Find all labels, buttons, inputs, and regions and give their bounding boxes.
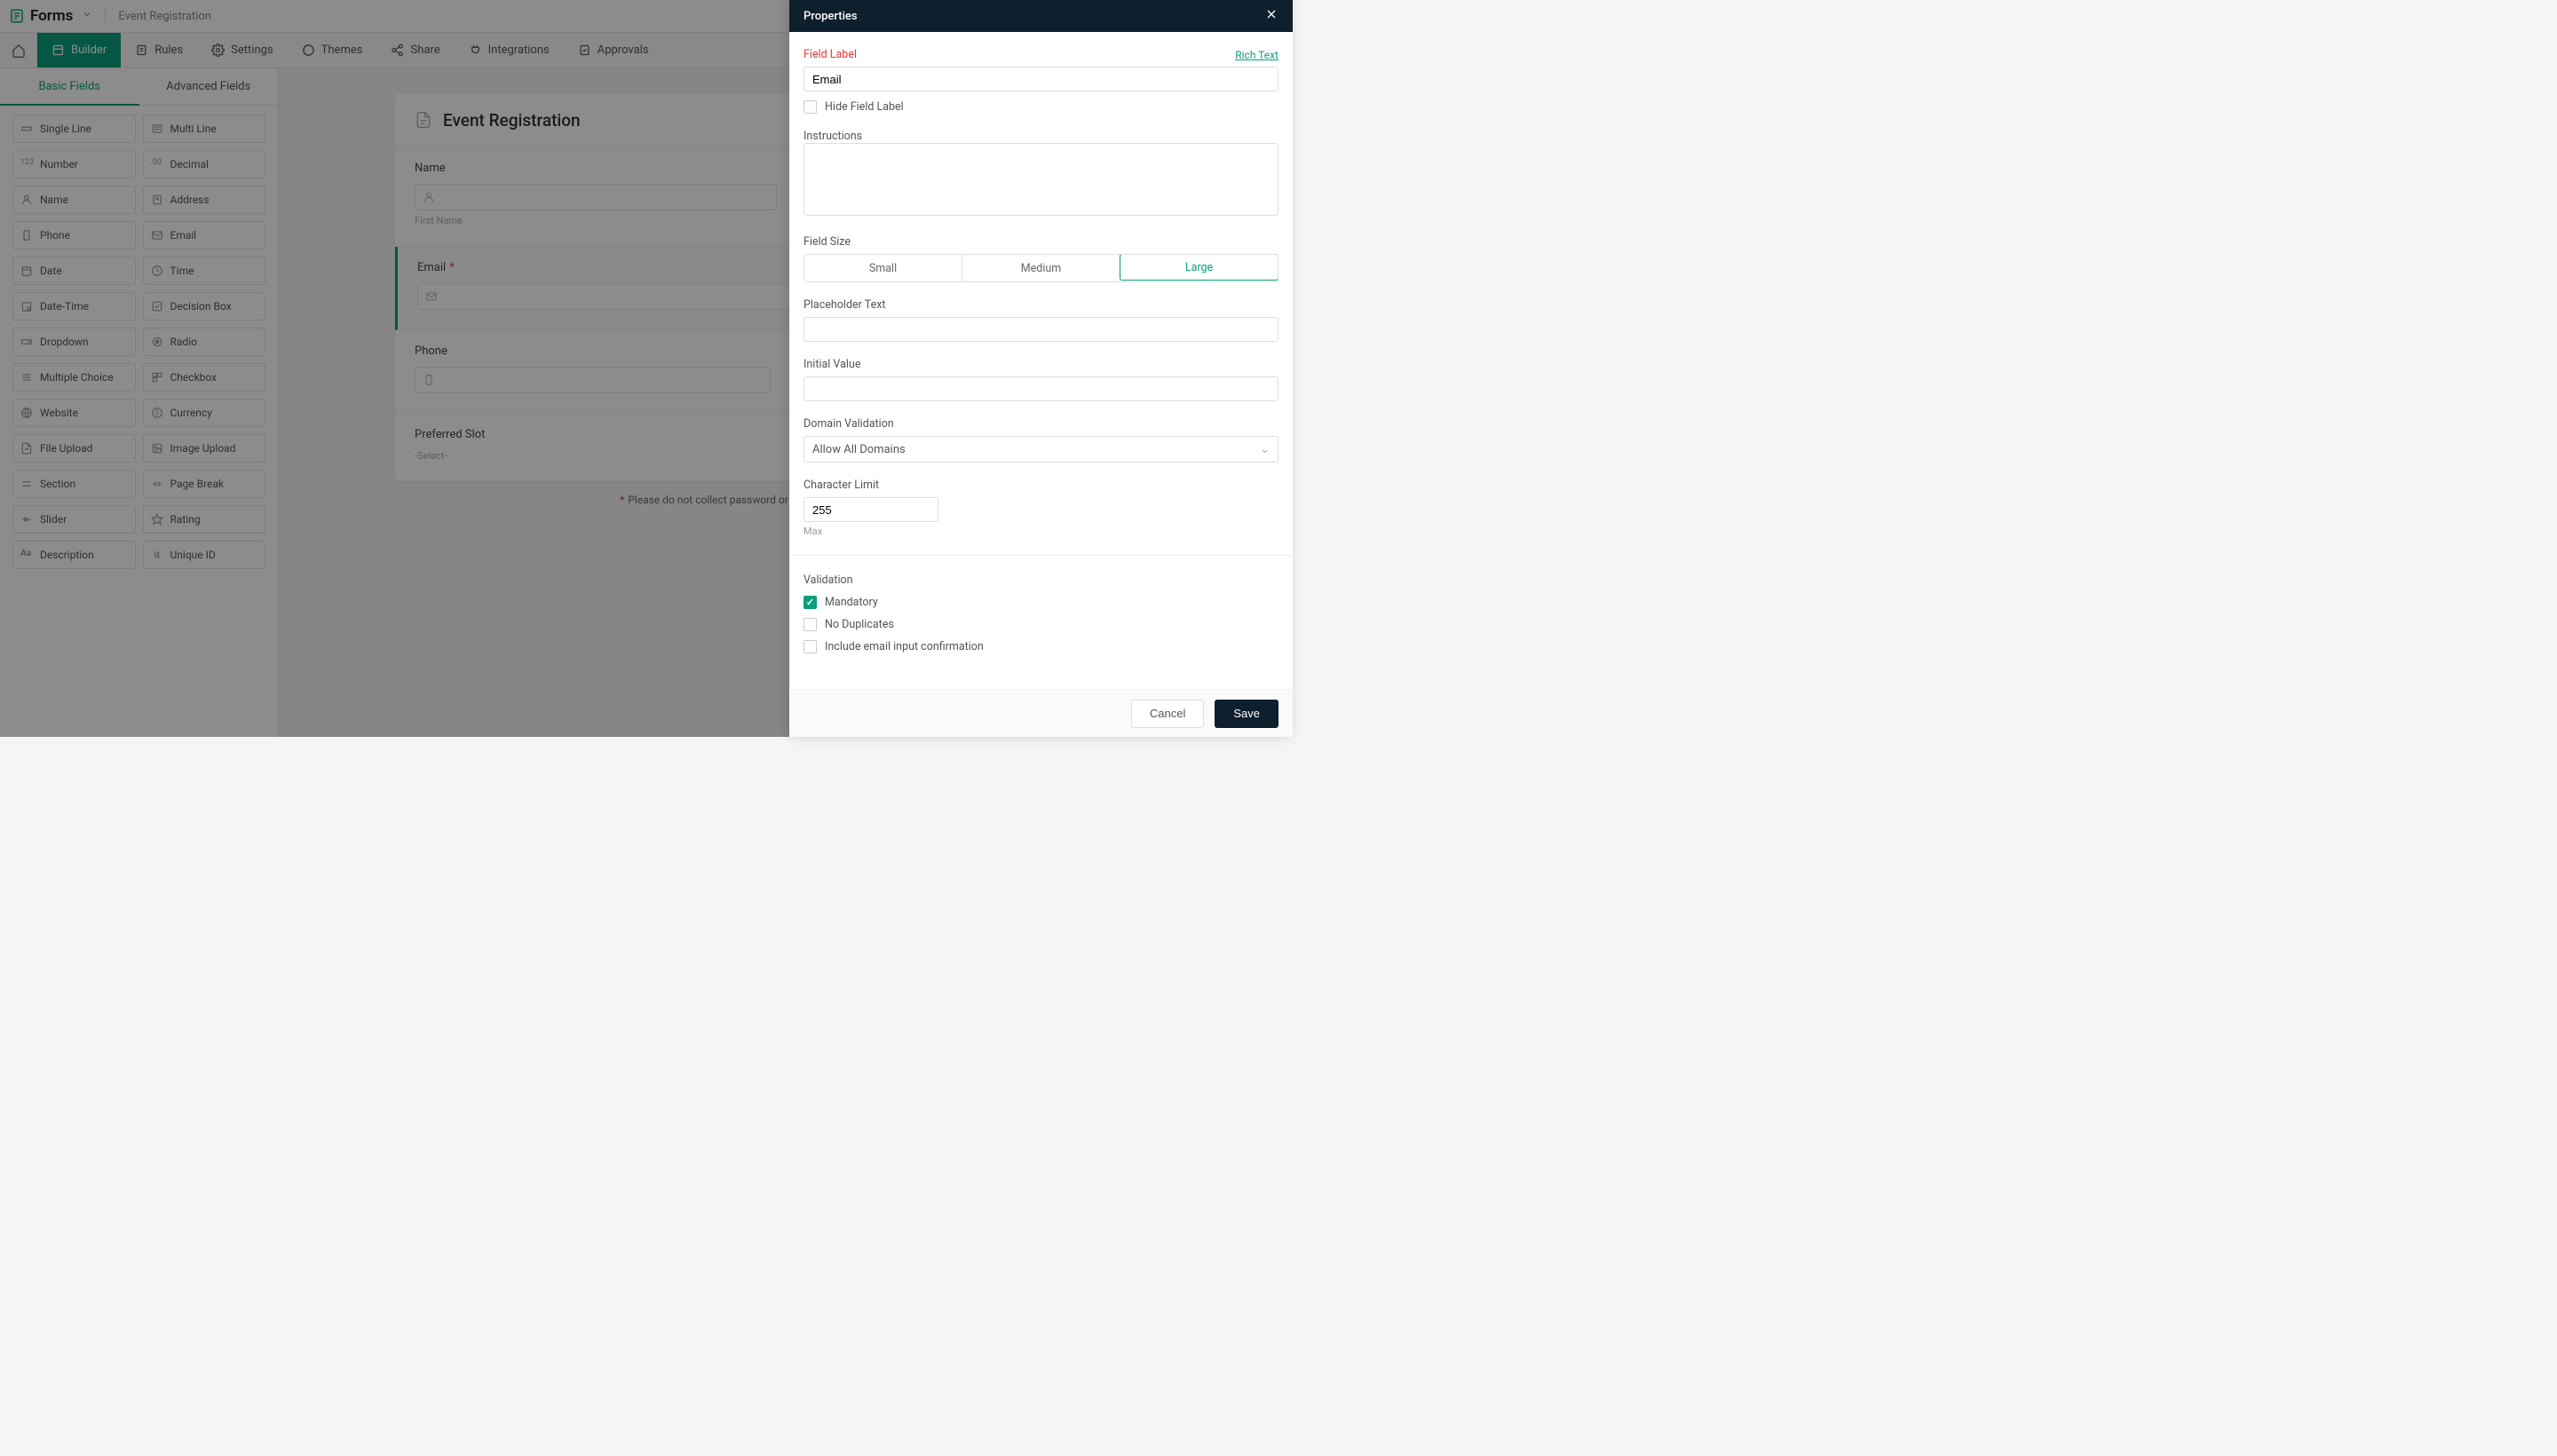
properties-body: Field Label Rich Text Hide Field Label I… xyxy=(789,32,1293,689)
field-size-small[interactable]: Small xyxy=(804,255,962,281)
character-limit-label: Character Limit xyxy=(804,479,1278,492)
mandatory-checkbox[interactable] xyxy=(804,596,817,609)
domain-validation-select[interactable]: Allow All Domains ⌄ xyxy=(804,436,1278,463)
section-divider xyxy=(789,555,1293,556)
hide-field-label-text: Hide Field Label xyxy=(825,100,904,114)
hide-field-label-checkbox[interactable] xyxy=(804,100,817,114)
properties-footer: Cancel Save xyxy=(789,689,1293,737)
instructions-input[interactable] xyxy=(804,143,1278,216)
properties-title: Properties xyxy=(804,10,858,23)
close-button[interactable] xyxy=(1264,7,1278,26)
field-label-input[interactable] xyxy=(804,67,1278,91)
chevron-down-icon: ⌄ xyxy=(1260,443,1270,456)
character-limit-input[interactable] xyxy=(804,497,938,522)
placeholder-label: Placeholder Text xyxy=(804,298,1278,312)
close-icon xyxy=(1264,7,1278,21)
email-confirmation-checkbox[interactable] xyxy=(804,640,817,653)
save-button[interactable]: Save xyxy=(1215,700,1278,728)
email-confirmation-text: Include email input confirmation xyxy=(825,640,984,653)
field-label-label: Field Label xyxy=(804,48,857,61)
initial-value-input[interactable] xyxy=(804,376,1278,401)
field-size-large[interactable]: Large xyxy=(1120,254,1278,281)
no-duplicates-text: No Duplicates xyxy=(825,618,894,631)
properties-panel: Properties Field Label Rich Text Hide Fi… xyxy=(789,0,1293,737)
instructions-label: Instructions xyxy=(804,130,1278,143)
initial-value-label: Initial Value xyxy=(804,358,1278,371)
no-duplicates-checkbox[interactable] xyxy=(804,618,817,631)
rich-text-link[interactable]: Rich Text xyxy=(1235,49,1278,61)
field-size-medium[interactable]: Medium xyxy=(962,255,1120,281)
character-limit-hint: Max xyxy=(804,526,1278,537)
domain-validation-label: Domain Validation xyxy=(804,417,1278,431)
cancel-button[interactable]: Cancel xyxy=(1131,700,1204,728)
field-size-label: Field Size xyxy=(804,235,1278,249)
field-size-group: Small Medium Large xyxy=(804,254,1278,282)
properties-header: Properties xyxy=(789,0,1293,32)
placeholder-input[interactable] xyxy=(804,317,1278,342)
domain-validation-value: Allow All Domains xyxy=(812,443,906,456)
mandatory-text: Mandatory xyxy=(825,596,878,609)
validation-label: Validation xyxy=(804,574,1278,587)
